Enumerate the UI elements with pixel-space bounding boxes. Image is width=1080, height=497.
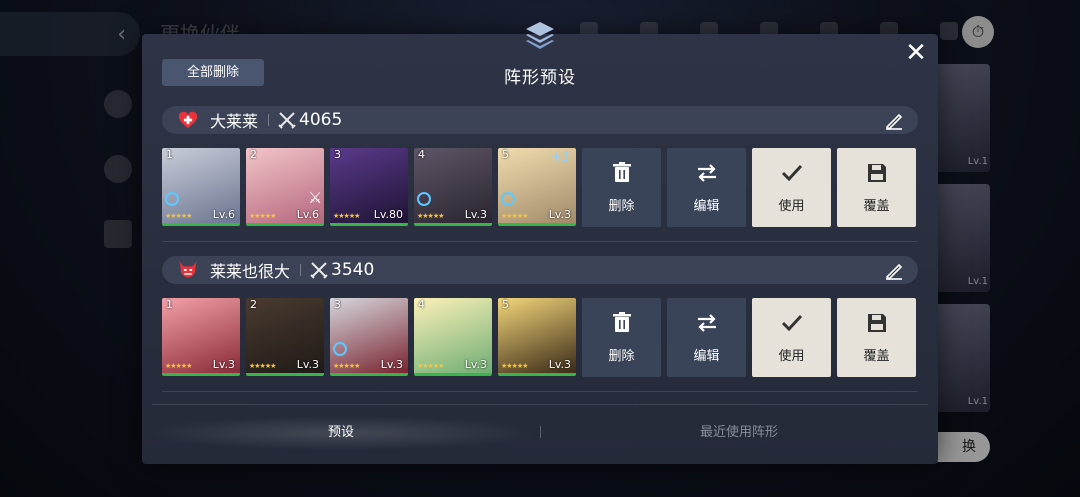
use-label: 使用 bbox=[778, 349, 805, 364]
use-label: 使用 bbox=[778, 199, 805, 214]
hero-slot[interactable]: 5 +1 ★★★★★ Lv.3 bbox=[498, 148, 576, 226]
power-value: 4065 bbox=[299, 110, 343, 130]
hero-level: Lv.3 bbox=[212, 358, 235, 371]
hero-level: Lv.3 bbox=[548, 208, 571, 221]
star-rating: ★★★★★ bbox=[165, 362, 192, 370]
edit-label: 编辑 bbox=[693, 199, 720, 214]
element-icon bbox=[417, 192, 431, 206]
slot-number: 2 bbox=[250, 298, 257, 311]
delete-label: 删除 bbox=[608, 349, 635, 364]
element-icon bbox=[165, 192, 179, 206]
hero-level: Lv.6 bbox=[296, 208, 319, 221]
star-rating: ★★★★★ bbox=[417, 212, 444, 220]
swap-arrows-icon bbox=[697, 164, 716, 182]
checkmark-icon bbox=[781, 314, 802, 332]
hero-slot[interactable]: 2 ★★★★★ Lv.3 bbox=[246, 298, 324, 376]
overwrite-button[interactable]: 覆盖 bbox=[837, 148, 916, 227]
overwrite-button[interactable]: 覆盖 bbox=[837, 298, 916, 377]
swap-arrows-icon bbox=[697, 314, 716, 332]
tab-presets[interactable]: 预设 bbox=[142, 416, 540, 450]
hero-level: Lv.3 bbox=[464, 208, 487, 221]
close-icon[interactable]: ✕ bbox=[904, 40, 928, 66]
star-rating: ★★★★★ bbox=[249, 212, 276, 220]
slot-number: 5 bbox=[502, 298, 509, 311]
preset-divider bbox=[162, 241, 918, 242]
preset-row: 1 ★★★★★ Lv.3 2 ★★★★★ Lv.3 3 ★★★★★ Lv.3 4… bbox=[162, 298, 918, 377]
preset-name: 莱莱也很大 bbox=[210, 262, 291, 281]
star-rating: ★★★★★ bbox=[333, 362, 360, 370]
star-rating: ★★★★★ bbox=[501, 212, 528, 220]
delete-button[interactable]: 删除 bbox=[582, 148, 661, 227]
hero-level: Lv.6 bbox=[212, 208, 235, 221]
overwrite-label: 覆盖 bbox=[863, 349, 890, 364]
delete-label: 删除 bbox=[608, 199, 635, 214]
layers-emblem-icon bbox=[526, 22, 554, 49]
element-icon bbox=[333, 342, 347, 356]
formation-preset-modal: 全部删除 阵形预设 ✕ 大莱莱 4065 1 ★★★★★ Lv.6 2 ⚔ ★★… bbox=[142, 22, 938, 464]
heart-plus-icon bbox=[176, 108, 200, 132]
use-button[interactable]: 使用 bbox=[752, 148, 831, 227]
crossed-swords-icon bbox=[278, 112, 296, 129]
slot-number: 4 bbox=[418, 298, 425, 311]
slot-number: 4 bbox=[418, 148, 425, 161]
hero-level: Lv.3 bbox=[380, 358, 403, 371]
crossed-swords-icon bbox=[310, 262, 328, 279]
hero-level: Lv.80 bbox=[373, 208, 403, 221]
star-rating: ★★★★★ bbox=[333, 212, 360, 220]
tab-recent-formations[interactable]: 最近使用阵形 bbox=[540, 416, 938, 450]
hero-level: Lv.3 bbox=[464, 358, 487, 371]
slot-number: 5 bbox=[502, 148, 509, 161]
preset-card: 莱莱也很大 3540 1 ★★★★★ Lv.3 2 ★★★★★ Lv.3 3 ★… bbox=[162, 256, 918, 377]
hero-slot[interactable]: 1 ★★★★★ Lv.3 bbox=[162, 298, 240, 376]
star-rating: ★★★★★ bbox=[165, 212, 192, 220]
preset-header: 大莱莱 4065 bbox=[162, 106, 918, 134]
hero-level: Lv.3 bbox=[548, 358, 571, 371]
hero-slot[interactable]: 5 ★★★★★ Lv.3 bbox=[498, 298, 576, 376]
slot-number: 3 bbox=[334, 298, 341, 311]
slot-number: 2 bbox=[250, 148, 257, 161]
delete-button[interactable]: 删除 bbox=[582, 298, 661, 377]
edit-label: 编辑 bbox=[693, 349, 720, 364]
element-icon bbox=[501, 192, 515, 206]
preset-name: 大莱莱 bbox=[210, 112, 259, 131]
hero-slot[interactable]: 1 ★★★★★ Lv.6 bbox=[162, 148, 240, 226]
preset-divider bbox=[162, 391, 918, 392]
hero-slot[interactable]: 3 ★★★★★ Lv.3 bbox=[330, 298, 408, 376]
overwrite-label: 覆盖 bbox=[863, 199, 890, 214]
trash-icon bbox=[612, 312, 631, 332]
pencil-icon[interactable] bbox=[884, 260, 904, 280]
slot-number: 1 bbox=[166, 298, 173, 311]
star-rating: ★★★★★ bbox=[417, 362, 444, 370]
hero-slot[interactable]: 4 ★★★★★ Lv.3 bbox=[414, 298, 492, 376]
power-value: 3540 bbox=[331, 260, 375, 280]
sword-icon: ⚔ bbox=[308, 188, 323, 207]
preset-header: 莱莱也很大 3540 bbox=[162, 256, 918, 284]
hero-slot[interactable]: 2 ⚔ ★★★★★ Lv.6 bbox=[246, 148, 324, 226]
slot-number: 1 bbox=[166, 148, 173, 161]
checkmark-icon bbox=[781, 164, 802, 182]
modal-title: 阵形预设 bbox=[504, 68, 576, 88]
edit-button[interactable]: 编辑 bbox=[667, 148, 746, 227]
preset-row: 1 ★★★★★ Lv.6 2 ⚔ ★★★★★ Lv.6 3 ★★★★★ Lv.8… bbox=[162, 148, 918, 227]
hero-slot[interactable]: 3 ★★★★★ Lv.80 bbox=[330, 148, 408, 226]
demon-icon bbox=[176, 258, 200, 282]
plus-badge: +1 bbox=[550, 150, 570, 165]
star-rating: ★★★★★ bbox=[249, 362, 276, 370]
tab-divider bbox=[152, 404, 928, 405]
use-button[interactable]: 使用 bbox=[752, 298, 831, 377]
star-rating: ★★★★★ bbox=[501, 362, 528, 370]
hero-level: Lv.3 bbox=[296, 358, 319, 371]
save-icon bbox=[867, 164, 886, 182]
pencil-icon[interactable] bbox=[884, 110, 904, 130]
slot-number: 3 bbox=[334, 148, 341, 161]
save-icon bbox=[867, 314, 886, 332]
hero-slot[interactable]: 4 ★★★★★ Lv.3 bbox=[414, 148, 492, 226]
edit-button[interactable]: 编辑 bbox=[667, 298, 746, 377]
trash-icon bbox=[612, 162, 631, 182]
preset-card: 大莱莱 4065 1 ★★★★★ Lv.6 2 ⚔ ★★★★★ Lv.6 3 ★… bbox=[162, 106, 918, 227]
